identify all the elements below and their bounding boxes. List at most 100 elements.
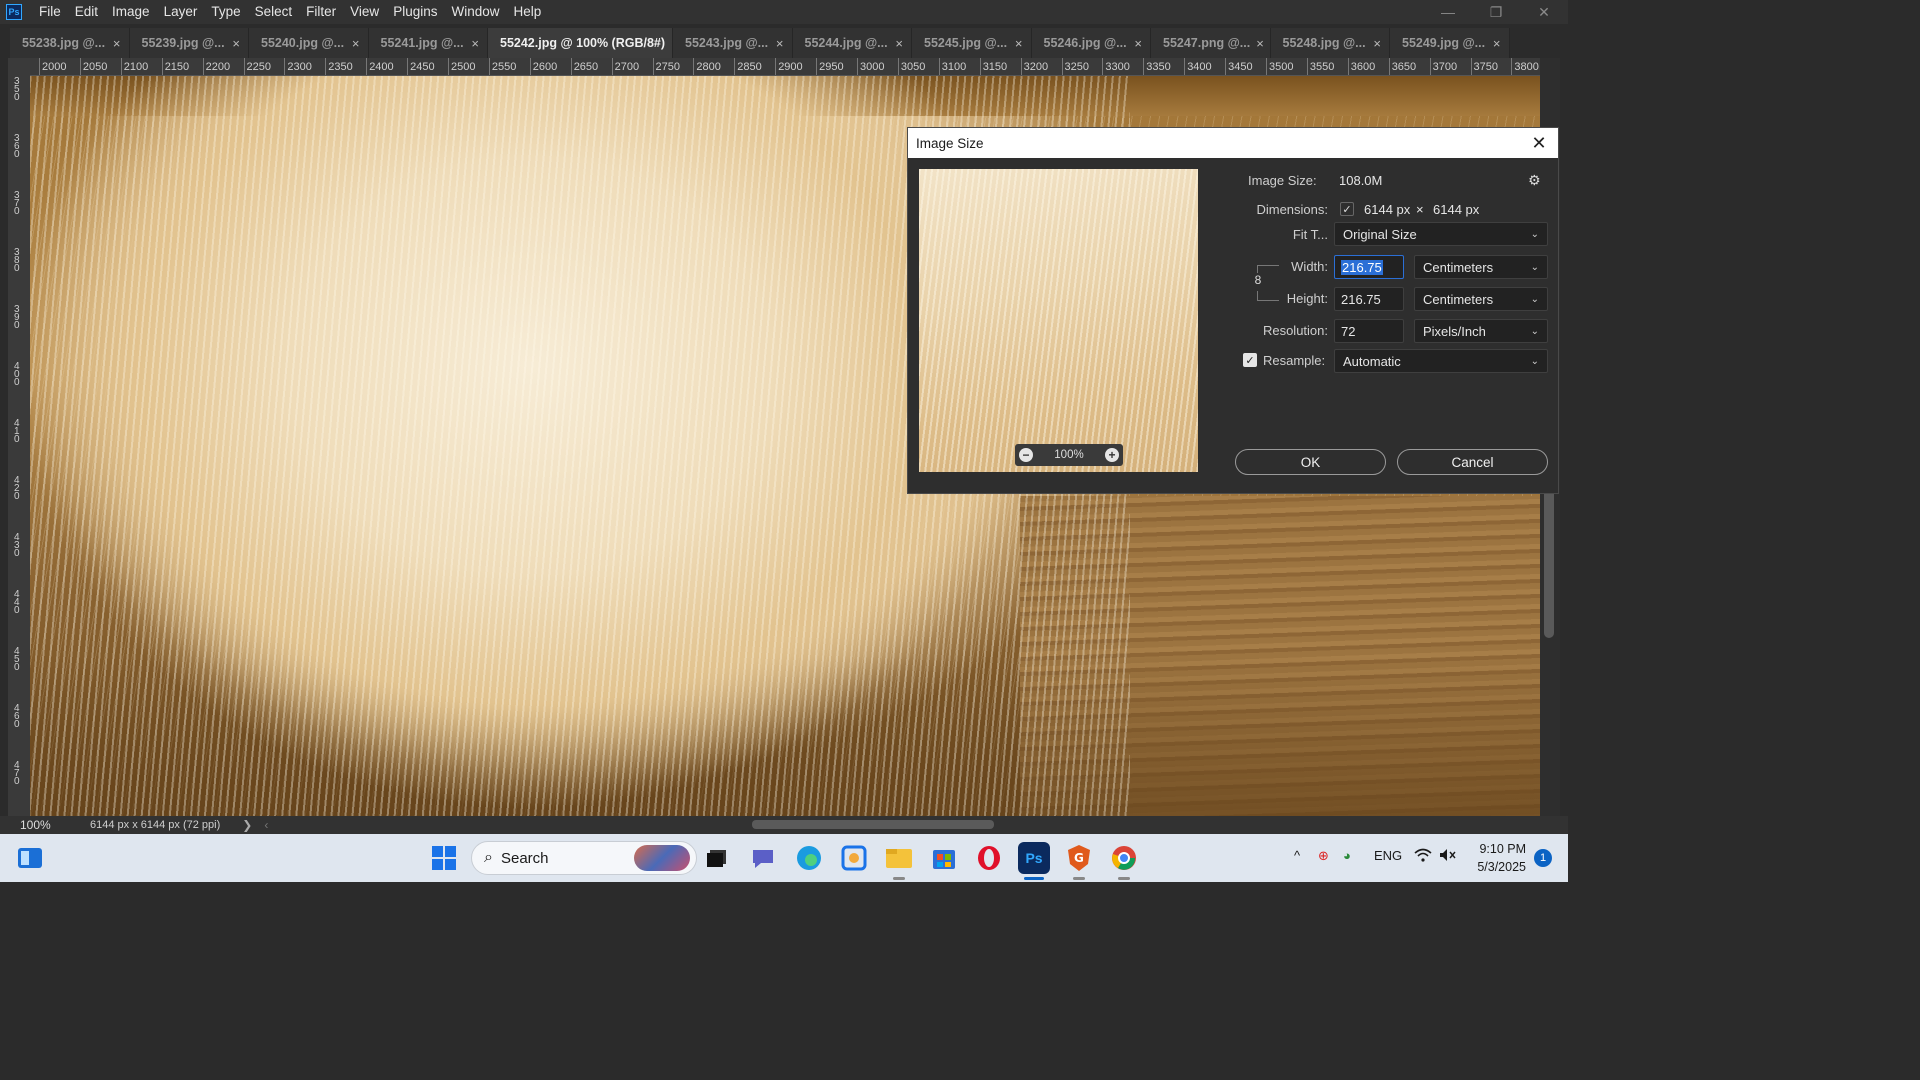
- task-view-icon[interactable]: [701, 842, 733, 874]
- opera-browser-icon[interactable]: [973, 842, 1005, 874]
- document-tab[interactable]: 55247.png @... ×: [1151, 28, 1271, 58]
- taskbar-search[interactable]: ⌕ Search: [471, 841, 697, 875]
- teams-chat-icon[interactable]: [747, 842, 779, 874]
- close-tab-icon[interactable]: ×: [352, 36, 360, 51]
- zoom-level[interactable]: 100%: [0, 818, 60, 832]
- close-tab-icon[interactable]: ×: [1015, 36, 1023, 51]
- close-icon[interactable]: ✕: [1526, 130, 1552, 156]
- menu-filter[interactable]: Filter: [299, 0, 343, 24]
- zoom-out-icon[interactable]: −: [1019, 448, 1033, 462]
- chevron-down-icon: ⌄: [1530, 325, 1539, 337]
- wifi-icon[interactable]: [1414, 848, 1432, 865]
- zoom-in-icon[interactable]: +: [1104, 448, 1119, 462]
- image-preview[interactable]: − 100% +: [919, 169, 1198, 472]
- windows-taskbar: ⌕ Search Ps G ^ ⊕ ◕ ENG 9:10 PM 5/3/2025…: [0, 834, 1568, 882]
- tab-label: 55241.jpg @...: [380, 36, 464, 50]
- width-unit-select[interactable]: Centimeters ⌄: [1414, 255, 1548, 279]
- menu-window[interactable]: Window: [444, 0, 506, 24]
- menu-layer[interactable]: Layer: [157, 0, 205, 24]
- document-tab[interactable]: 55239.jpg @... ×: [129, 28, 249, 58]
- width-unit-value: Centimeters: [1423, 259, 1494, 275]
- close-tab-icon[interactable]: ×: [895, 36, 903, 51]
- cancel-button[interactable]: Cancel: [1397, 449, 1548, 475]
- link-constrain-icon[interactable]: 8: [1252, 273, 1264, 291]
- windows-start-icon[interactable]: [428, 842, 460, 874]
- document-tab[interactable]: 55241.jpg @... ×: [368, 28, 488, 58]
- tray-app-icon[interactable]: ◕: [1343, 848, 1351, 863]
- document-tab[interactable]: 55242.jpg @ 100% (RGB/8#)×: [488, 28, 673, 58]
- volume-muted-icon[interactable]: [1439, 848, 1457, 865]
- photoshop-logo-icon[interactable]: Ps: [6, 4, 22, 20]
- ruler-tick-label: 3 8 0: [14, 247, 20, 274]
- menu-image[interactable]: Image: [105, 0, 157, 24]
- tray-language[interactable]: ENG: [1374, 848, 1402, 863]
- height-unit-select[interactable]: Centimeters ⌄: [1414, 287, 1548, 311]
- ruler-vertical[interactable]: 3 5 0 3 6 0 3 7 0 3 8 0 3 9 0 4 0 0 4 1 0 4 2 0…: [8, 76, 30, 816]
- document-tab[interactable]: 55248.jpg @... ×: [1270, 28, 1390, 58]
- dialog-title: Image Size: [916, 135, 984, 151]
- menu-view[interactable]: View: [343, 0, 386, 24]
- shield-app-icon[interactable]: G: [1063, 842, 1095, 880]
- lens-app-icon[interactable]: [838, 842, 870, 874]
- resolution-input[interactable]: 72: [1334, 319, 1404, 343]
- close-tab-icon[interactable]: ×: [1256, 36, 1264, 51]
- resample-label: Resample:: [1263, 353, 1326, 368]
- document-tab[interactable]: 55249.jpg @... ×: [1390, 28, 1510, 58]
- close-tab-icon[interactable]: ×: [471, 36, 479, 51]
- close-tab-icon[interactable]: ×: [1134, 36, 1142, 51]
- document-tab[interactable]: 55244.jpg @... ×: [792, 28, 912, 58]
- document-tab[interactable]: 55246.jpg @... ×: [1031, 28, 1151, 58]
- notification-badge[interactable]: 1: [1534, 849, 1552, 867]
- gear-icon[interactable]: ⚙: [1528, 172, 1541, 189]
- menu-edit[interactable]: Edit: [68, 0, 105, 24]
- document-tab[interactable]: 55240.jpg @... ×: [249, 28, 369, 58]
- ok-button[interactable]: OK: [1235, 449, 1386, 475]
- widgets-icon[interactable]: [14, 842, 46, 874]
- microsoft-store-icon[interactable]: [928, 842, 960, 874]
- height-input[interactable]: 216.75: [1334, 287, 1404, 311]
- system-clock[interactable]: 9:10 PM 5/3/2025: [1470, 840, 1526, 876]
- clock-time: 9:10 PM: [1479, 842, 1526, 856]
- document-tab[interactable]: 55238.jpg @... ×: [10, 28, 130, 58]
- preview-zoom-control: − 100% +: [1015, 444, 1123, 466]
- file-explorer-icon[interactable]: [883, 842, 915, 880]
- menu-type[interactable]: Type: [204, 0, 247, 24]
- search-icon: ⌕: [484, 849, 493, 866]
- tray-overflow-chevron-icon[interactable]: ^: [1294, 848, 1300, 863]
- menu-plugins[interactable]: Plugins: [386, 0, 444, 24]
- dialog-titlebar[interactable]: Image Size ✕: [908, 128, 1558, 158]
- horizontal-scroll-thumb[interactable]: [752, 820, 994, 829]
- ruler-tick-label: 2500: [447, 58, 476, 75]
- minimize-button[interactable]: —: [1424, 0, 1472, 24]
- ruler-horizontal[interactable]: 2000 2050 2100 2150 2200 2250 2300 2350 2400 2450…: [30, 58, 1540, 76]
- menu-file[interactable]: File: [32, 0, 68, 24]
- close-tab-icon[interactable]: ×: [113, 36, 121, 51]
- chrome-browser-icon[interactable]: [1108, 842, 1140, 880]
- vertical-scroll-thumb[interactable]: [1544, 488, 1554, 638]
- menu-help[interactable]: Help: [506, 0, 548, 24]
- resample-checkbox[interactable]: ✓: [1243, 353, 1257, 367]
- width-input[interactable]: 216.75: [1334, 255, 1404, 279]
- photoshop-taskbar-icon[interactable]: Ps: [1018, 842, 1050, 874]
- resample-select[interactable]: Automatic ⌄: [1334, 349, 1548, 373]
- edge-browser-icon[interactable]: [793, 842, 825, 874]
- resolution-unit-select[interactable]: Pixels/Inch ⌄: [1414, 319, 1548, 343]
- document-tab[interactable]: 55243.jpg @... ×: [673, 28, 793, 58]
- ruler-tick-label: 4 4 0: [14, 589, 20, 616]
- close-tab-icon[interactable]: ×: [1373, 36, 1381, 51]
- ruler-tick-label: 3800: [1511, 58, 1539, 75]
- scroll-left-arrow-icon[interactable]: ‹: [264, 818, 268, 832]
- close-tab-icon[interactable]: ×: [232, 36, 240, 51]
- close-tab-icon[interactable]: ×: [776, 36, 784, 51]
- chevron-right-icon[interactable]: ❯: [242, 818, 252, 832]
- tray-network-globe-icon[interactable]: ⊕: [1318, 848, 1329, 864]
- ruler-tick-label: 2650: [570, 58, 599, 75]
- dimensions-dropdown-icon[interactable]: ✓: [1340, 202, 1354, 216]
- ruler-tick-label: 3600: [1347, 58, 1376, 75]
- restore-button[interactable]: ❐: [1472, 0, 1520, 24]
- menu-select[interactable]: Select: [248, 0, 300, 24]
- document-tab[interactable]: 55245.jpg @... ×: [912, 28, 1032, 58]
- close-tab-icon[interactable]: ×: [1493, 36, 1501, 51]
- fit-to-select[interactable]: Original Size ⌄: [1334, 222, 1548, 246]
- close-window-button[interactable]: ✕: [1520, 0, 1568, 24]
